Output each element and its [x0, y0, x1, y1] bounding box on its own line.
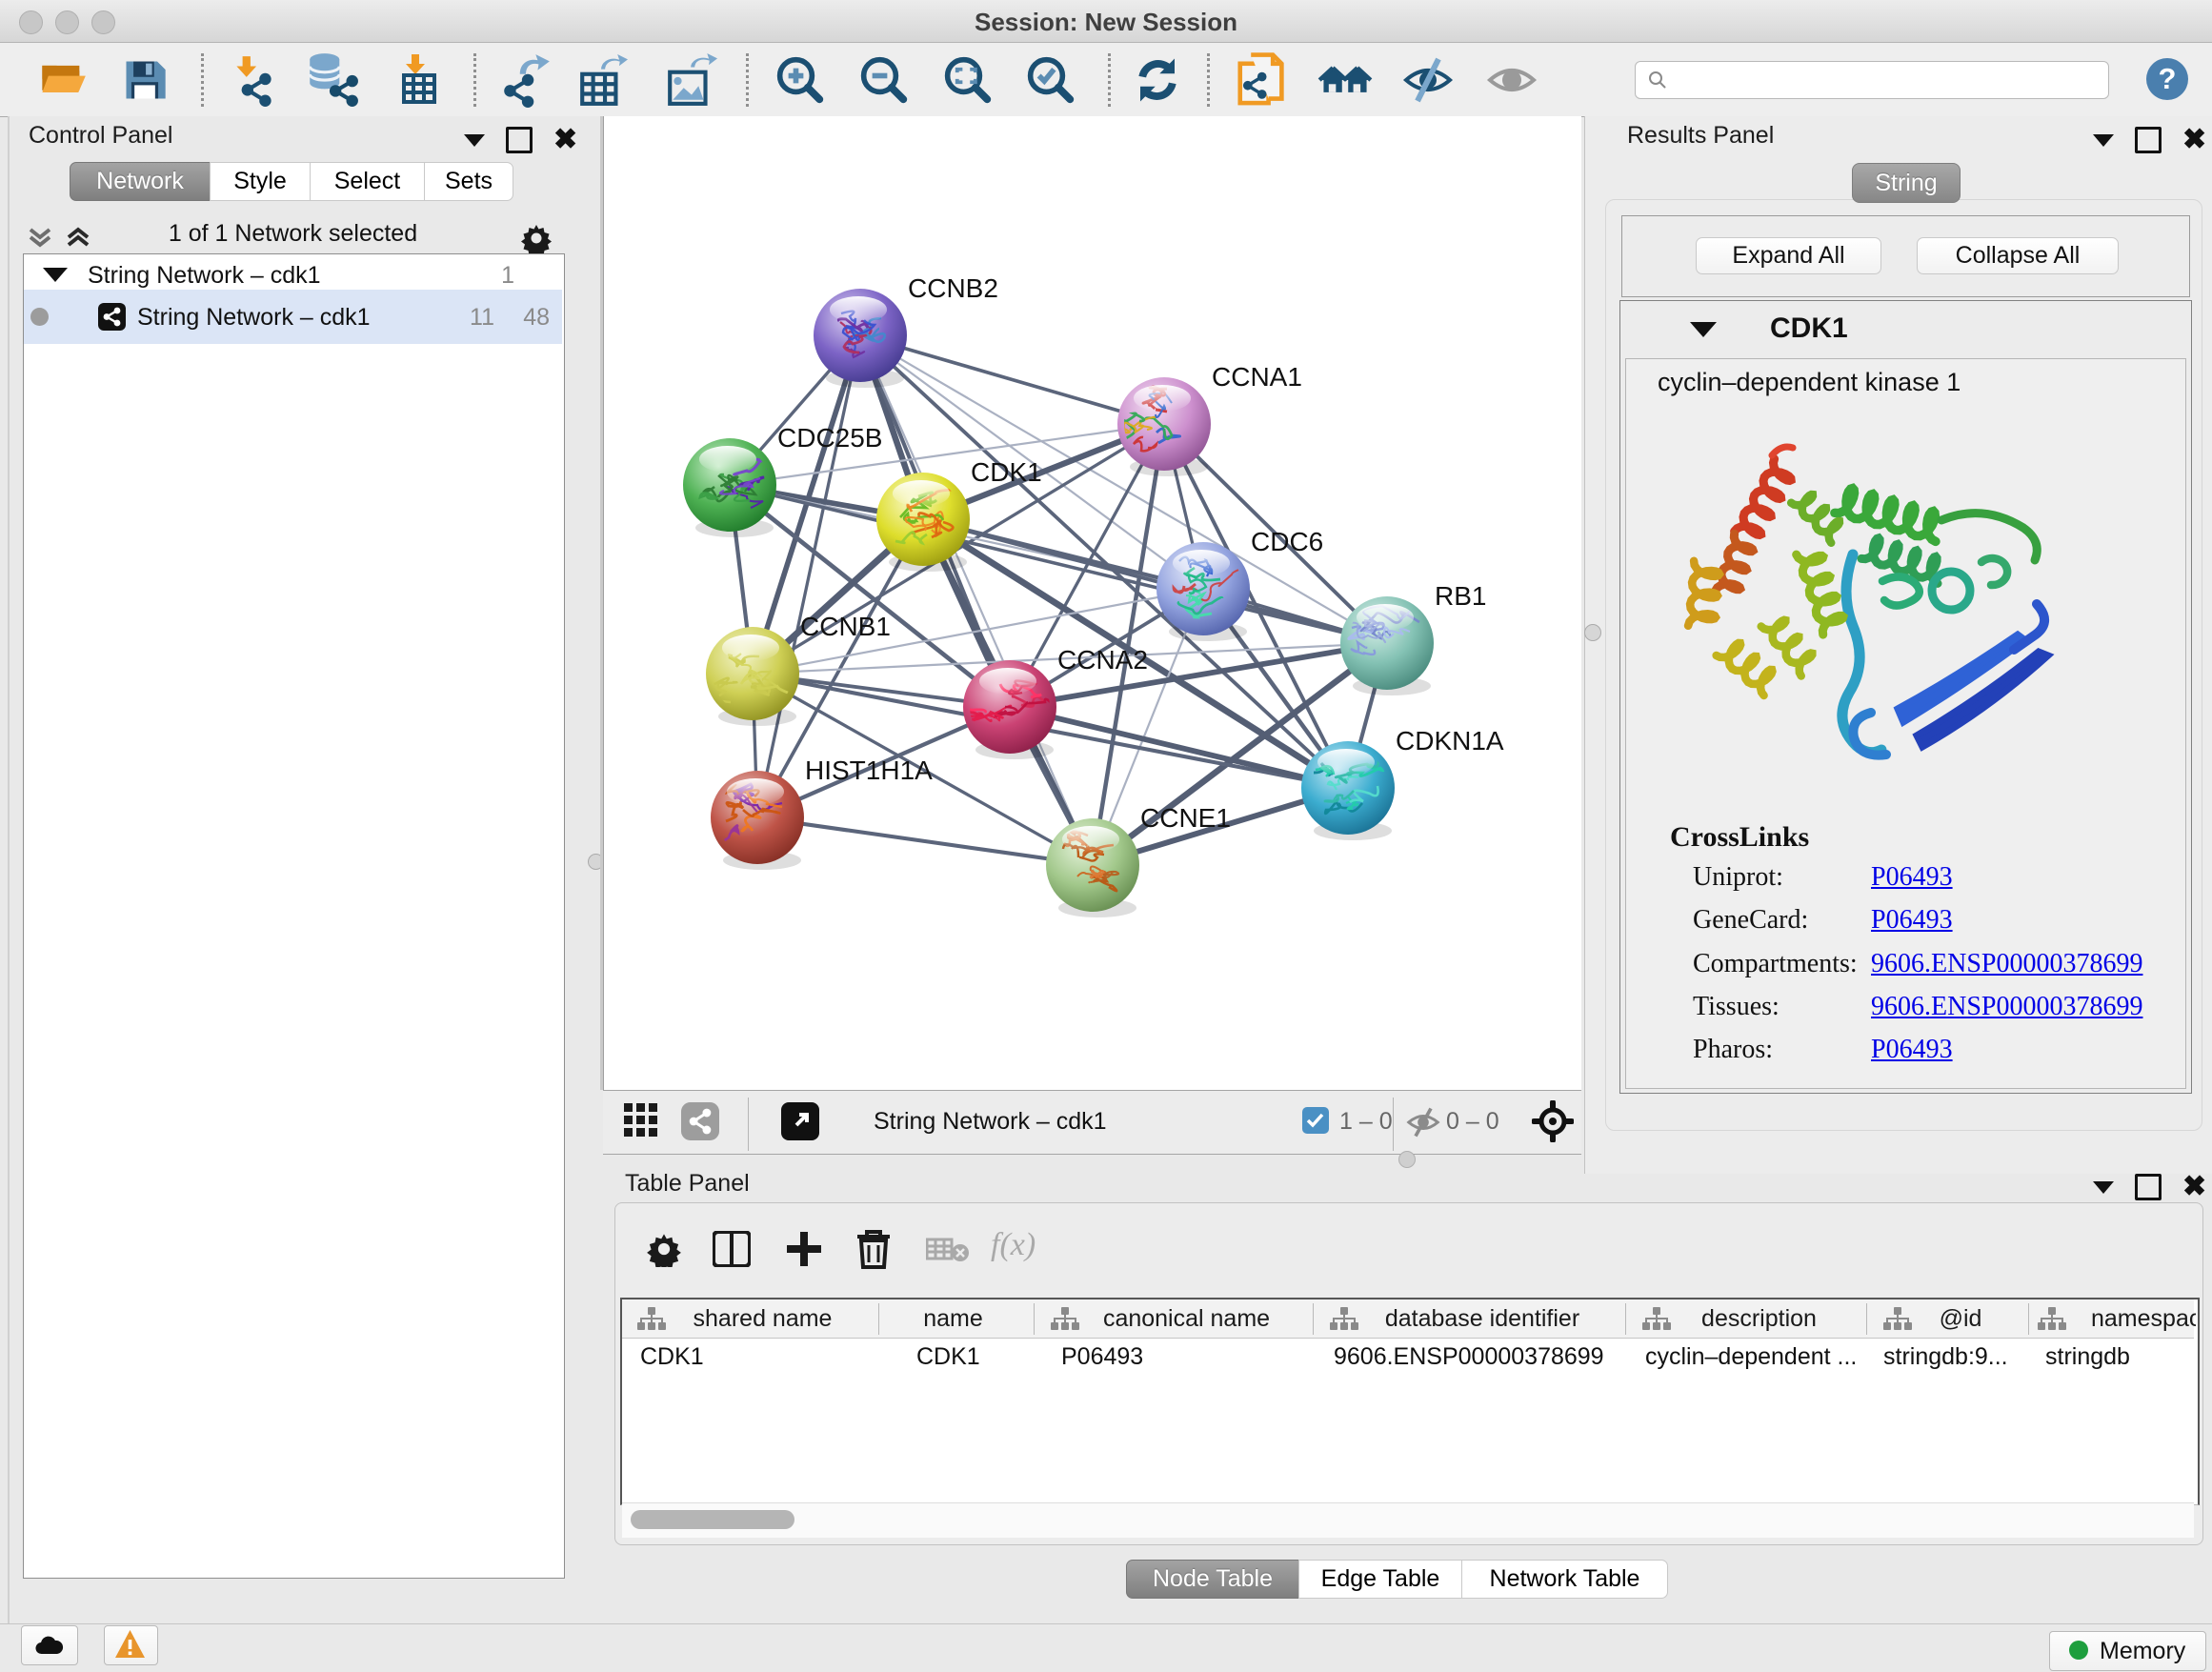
svg-text:CDC6: CDC6 — [1251, 527, 1323, 556]
svg-text:CDKN1A: CDKN1A — [1396, 726, 1504, 755]
svg-text:CDC25B: CDC25B — [777, 423, 882, 453]
svg-text:CCNA2: CCNA2 — [1057, 645, 1148, 675]
svg-text:HIST1H1A: HIST1H1A — [805, 755, 933, 785]
svg-text:CCNB2: CCNB2 — [908, 273, 998, 303]
svg-text:RB1: RB1 — [1435, 581, 1486, 611]
svg-text:CCNA1: CCNA1 — [1212, 362, 1302, 392]
svg-text:CDK1: CDK1 — [971, 457, 1042, 487]
svg-text:CCNB1: CCNB1 — [800, 612, 891, 641]
svg-text:CCNE1: CCNE1 — [1140, 803, 1231, 833]
